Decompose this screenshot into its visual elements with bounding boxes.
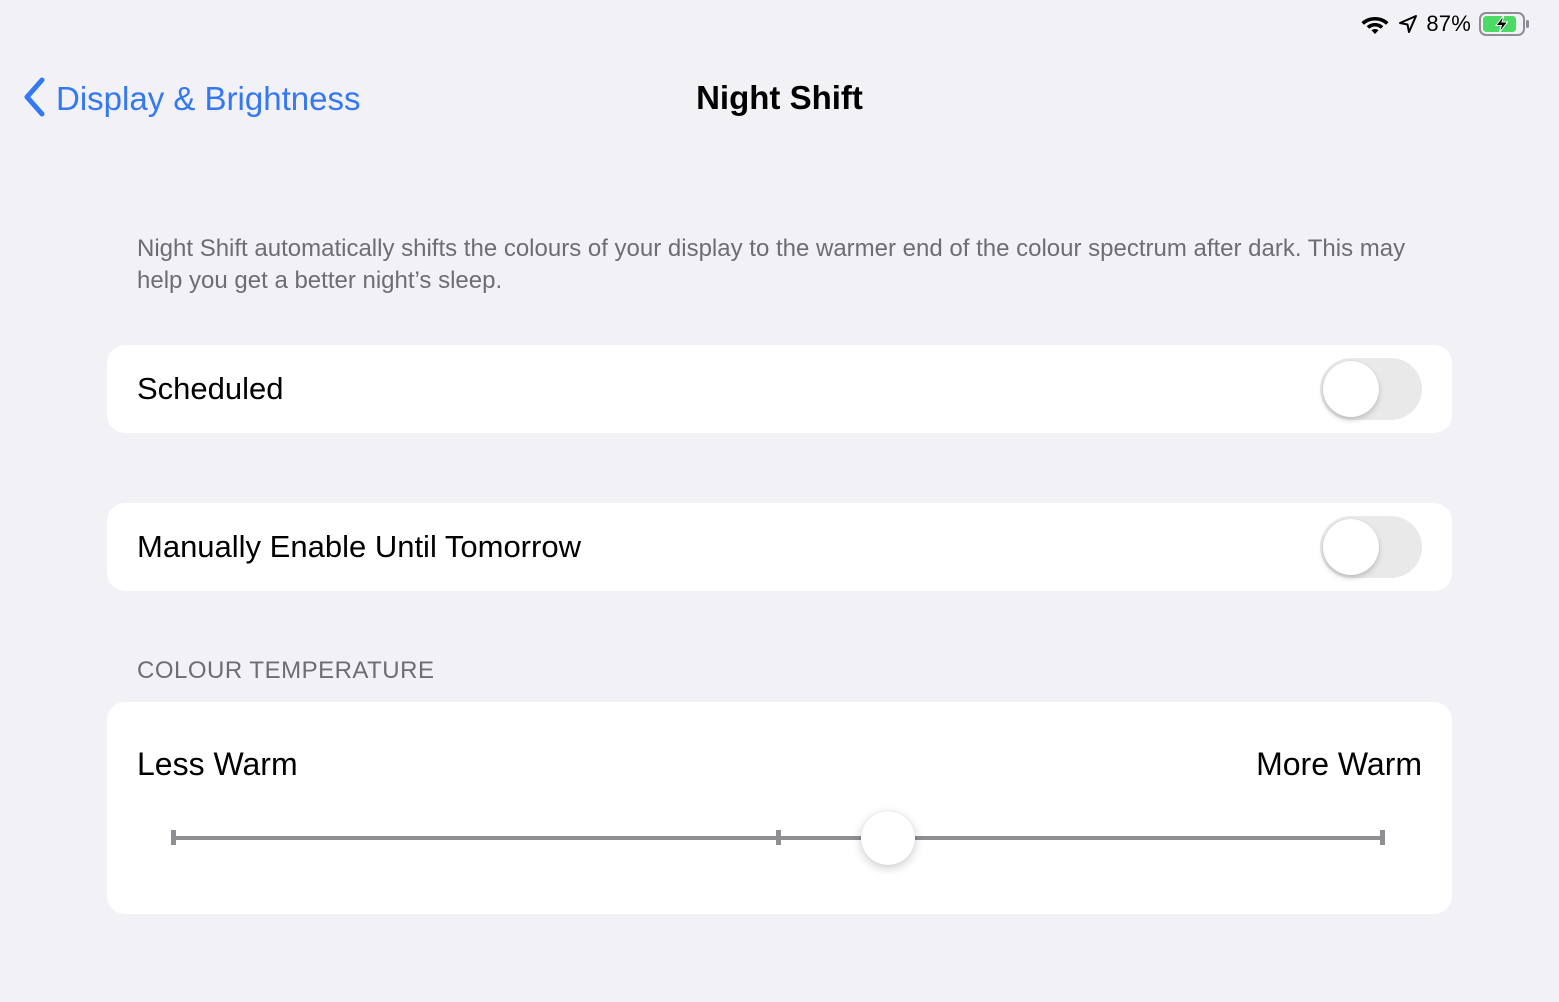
manual-enable-label: Manually Enable Until Tomorrow <box>137 529 581 564</box>
battery-percentage: 87% <box>1426 11 1471 36</box>
slider-tick-end <box>1380 830 1385 845</box>
scheduled-label: Scheduled <box>137 371 284 406</box>
wifi-icon <box>1360 13 1390 35</box>
slider-thumb[interactable] <box>860 811 915 865</box>
colour-temperature-slider[interactable] <box>169 808 1387 868</box>
slider-tick-start <box>171 830 176 845</box>
colour-temperature-cell: Less Warm More Warm <box>107 702 1452 914</box>
night-shift-description: Night Shift automatically shifts the col… <box>137 235 1406 294</box>
scheduled-cell: Scheduled <box>107 345 1452 433</box>
status-bar: 87% <box>1360 10 1531 38</box>
slider-tick-mid <box>776 830 781 845</box>
location-arrow-icon <box>1398 14 1418 34</box>
manual-enable-cell: Manually Enable Until Tomorrow <box>107 503 1452 591</box>
toggle-knob <box>1323 519 1379 575</box>
colour-temperature-header: COLOUR TEMPERATURE <box>137 657 435 684</box>
manual-enable-toggle[interactable] <box>1320 516 1422 578</box>
battery-charging-icon <box>1479 12 1531 36</box>
toggle-knob <box>1323 361 1379 417</box>
scheduled-toggle[interactable] <box>1320 358 1422 420</box>
less-warm-label: Less Warm <box>137 746 298 782</box>
more-warm-label: More Warm <box>1256 746 1422 782</box>
page-title: Night Shift <box>696 79 863 116</box>
